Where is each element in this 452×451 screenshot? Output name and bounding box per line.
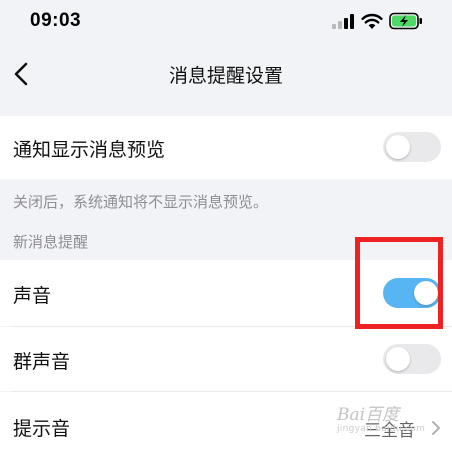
group-sound-setting-label: 群声音 bbox=[13, 351, 71, 373]
toggle-knob bbox=[414, 281, 438, 305]
preview-hint-text: 关闭后，系统通知将不显示消息预览。 bbox=[13, 193, 269, 211]
wifi-icon bbox=[361, 13, 383, 29]
preview-toggle[interactable] bbox=[383, 132, 441, 162]
cellular-signal-icon bbox=[332, 13, 354, 29]
sound-toggle[interactable] bbox=[383, 278, 441, 308]
sound-setting-row: 声音 bbox=[0, 260, 452, 326]
section-header-new-message: 新消息提醒 bbox=[13, 233, 89, 251]
group-sound-toggle[interactable] bbox=[383, 344, 441, 374]
sound-setting-label: 声音 bbox=[13, 285, 52, 307]
battery-charging-icon bbox=[389, 12, 422, 30]
status-icons bbox=[328, 12, 438, 32]
chevron-right-icon bbox=[432, 421, 440, 435]
watermark-brand: Bai百度 bbox=[337, 405, 400, 425]
preview-setting-row: 通知显示消息预览 bbox=[0, 116, 452, 179]
ringtone-setting-label: 提示音 bbox=[13, 418, 71, 440]
toggle-knob bbox=[386, 135, 410, 159]
page-title: 消息提醒设置 bbox=[168, 65, 283, 87]
watermark-url: jingyan.baidu.com bbox=[337, 424, 426, 434]
screen: 09:03 消息提醒设置 通知显示消息预览 关闭后，系统通知将不显示消息预览。 … bbox=[0, 0, 452, 451]
status-bar: 09:03 bbox=[0, 0, 452, 44]
status-time: 09:03 bbox=[30, 10, 82, 31]
navigation-bar: 消息提醒设置 bbox=[0, 44, 452, 104]
preview-setting-label: 通知显示消息预览 bbox=[13, 139, 166, 161]
toggle-knob bbox=[386, 347, 410, 371]
group-sound-setting-row: 群声音 bbox=[0, 327, 452, 391]
